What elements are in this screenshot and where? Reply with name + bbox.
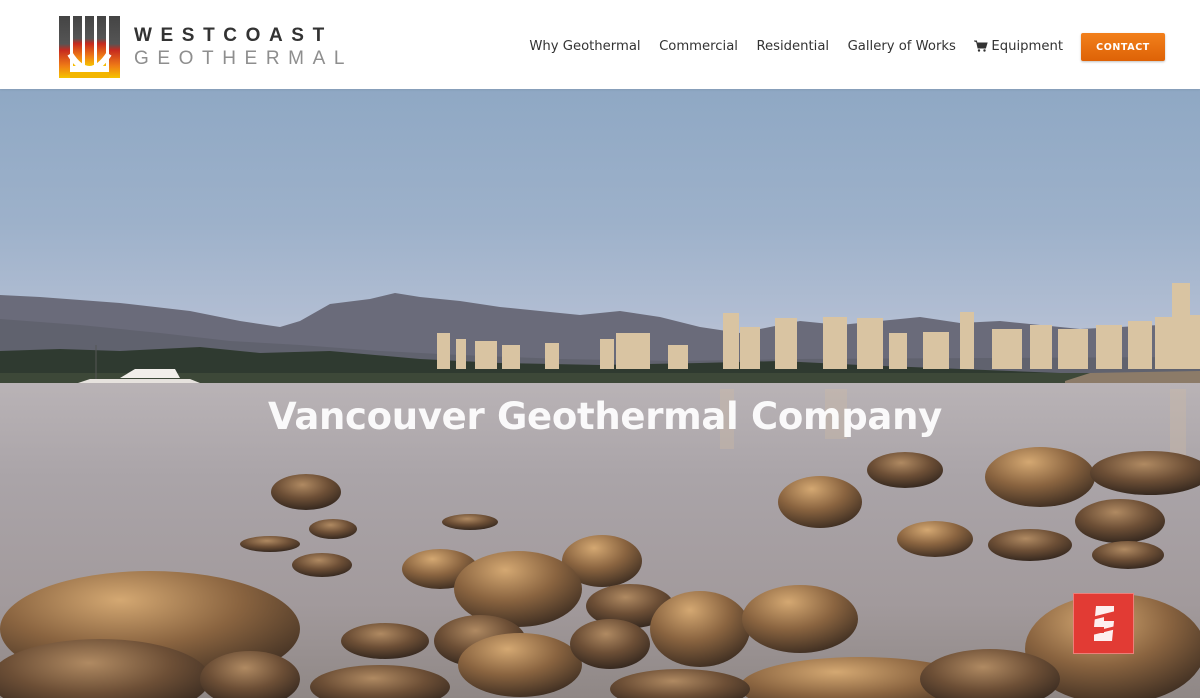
nav-residential[interactable]: Residential xyxy=(756,39,829,54)
site-header: WESTCOAST GEOTHERMAL Why Geothermal Comm… xyxy=(0,0,1200,89)
hero-title: Vancouver Geothermal Company xyxy=(0,395,1200,438)
nav-commercial[interactable]: Commercial xyxy=(659,39,738,54)
security-badge[interactable] xyxy=(1073,593,1134,654)
nav-gallery-of-works[interactable]: Gallery of Works xyxy=(848,39,956,54)
nav-why-geothermal[interactable]: Why Geothermal xyxy=(529,39,640,54)
hero-title-text: Vancouver Geothermal Company xyxy=(268,394,942,438)
security-badge-icon xyxy=(1089,606,1119,641)
site-logo[interactable]: WESTCOAST GEOTHERMAL xyxy=(58,14,344,78)
contact-button[interactable]: CONTACT xyxy=(1081,33,1165,61)
logo-line-1: WESTCOAST xyxy=(134,25,333,46)
wc-monogram-icon xyxy=(58,16,120,78)
hero-background-image xyxy=(0,283,1200,698)
shopping-cart-icon xyxy=(974,40,989,52)
nav-equipment-label: Equipment xyxy=(991,38,1063,54)
logo-wordmark: WESTCOAST GEOTHERMAL xyxy=(134,26,353,70)
nav-equipment[interactable]: Equipment xyxy=(974,39,1063,54)
main-nav: Why Geothermal Commercial Residential Ga… xyxy=(511,36,1063,56)
hero-banner: Vancouver Geothermal Company xyxy=(0,89,1200,698)
logo-line-2: GEOTHERMAL xyxy=(134,48,354,69)
